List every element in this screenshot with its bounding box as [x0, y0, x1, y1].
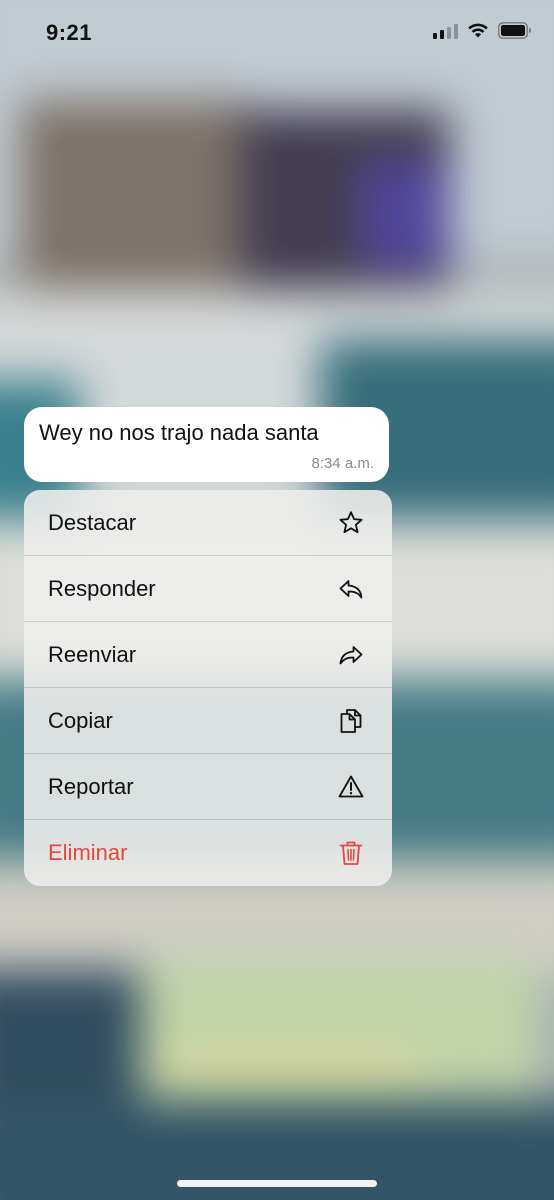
menu-item-label: Copiar: [48, 707, 113, 733]
wifi-icon: [468, 23, 488, 38]
status-bar: 9:21: [0, 0, 554, 70]
star-icon: [336, 508, 366, 538]
menu-item-copiar[interactable]: Copiar: [24, 688, 392, 754]
copy-icon: [336, 706, 366, 736]
message-context-menu: Destacar Responder Reenviar Copiar Repor…: [24, 490, 392, 886]
menu-item-label: Responder: [48, 575, 156, 601]
menu-item-destacar[interactable]: Destacar: [24, 490, 392, 556]
message-timestamp: 8:34 a.m.: [311, 455, 374, 472]
forward-icon: [336, 640, 366, 670]
message-text: Wey no nos trajo nada santa: [39, 420, 319, 445]
menu-item-eliminar[interactable]: Eliminar: [24, 820, 392, 886]
menu-item-label: Destacar: [48, 509, 137, 535]
warning-icon: [336, 772, 366, 802]
menu-item-label: Reportar: [48, 773, 134, 799]
screen: 9:21 Wey no nos trajo nada santa 8:34 a.…: [0, 0, 554, 1200]
menu-item-reportar[interactable]: Reportar: [24, 754, 392, 820]
menu-item-label: Eliminar: [48, 840, 128, 865]
menu-item-label: Reenviar: [48, 641, 137, 667]
battery-icon: [498, 22, 531, 39]
trash-icon: [336, 838, 366, 868]
message-bubble[interactable]: Wey no nos trajo nada santa 8:34 a.m.: [24, 407, 389, 482]
status-icons: [433, 22, 532, 39]
status-time: 9:21: [46, 20, 93, 45]
reply-icon: [336, 574, 366, 604]
menu-item-responder[interactable]: Responder: [24, 556, 392, 622]
signal-icon: [433, 23, 458, 39]
menu-item-reenviar[interactable]: Reenviar: [24, 622, 392, 688]
home-indicator[interactable]: [177, 1180, 377, 1187]
